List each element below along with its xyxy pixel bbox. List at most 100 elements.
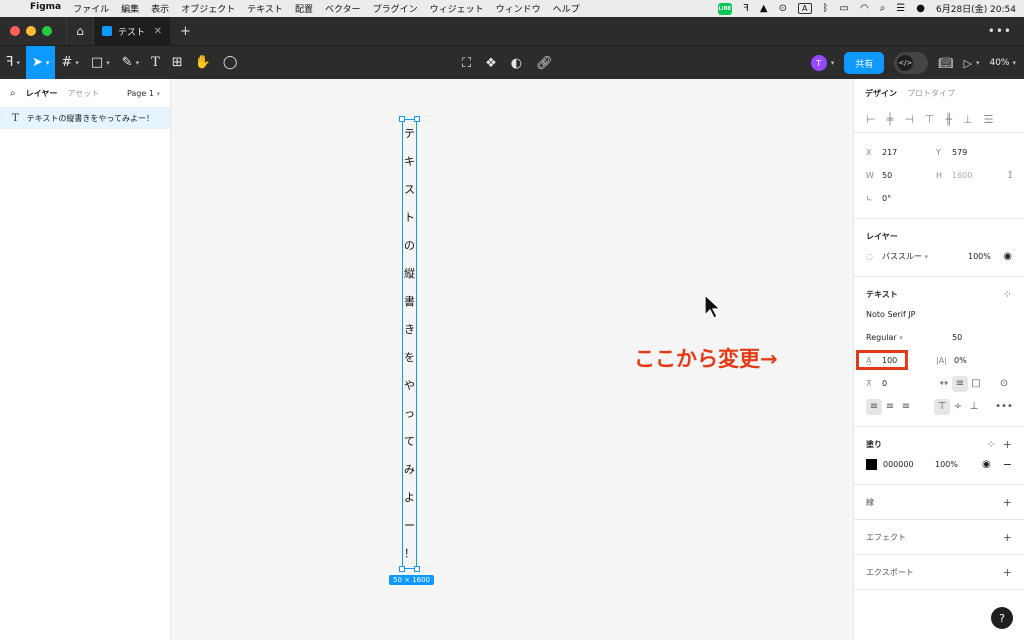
add-export-icon[interactable]: + bbox=[1003, 566, 1012, 579]
drive-icon[interactable]: ▲ bbox=[760, 3, 768, 14]
text-styles-icon[interactable]: ⁘ bbox=[1003, 288, 1012, 301]
constrain-proportions-icon[interactable]: ⟟ bbox=[1008, 170, 1012, 181]
align-vertical-center-icon[interactable]: ╫ bbox=[945, 113, 952, 126]
eye-icon[interactable]: ◉ bbox=[1003, 251, 1012, 262]
canvas[interactable]: テ キ ス ト の 縦 書 き を や っ て み よ ー ！ 50 × 160… bbox=[171, 79, 853, 640]
page-selector[interactable]: Page 1 ▾ bbox=[127, 89, 160, 98]
add-effect-icon[interactable]: + bbox=[1003, 531, 1012, 544]
move-tool-button[interactable]: ➤ ▾ bbox=[26, 45, 56, 80]
menu-view[interactable]: 表示 bbox=[151, 2, 169, 15]
menu-window[interactable]: ウィンドウ bbox=[496, 2, 541, 15]
wifi-icon[interactable]: ◠ bbox=[860, 3, 869, 14]
eye-icon[interactable]: ◉ bbox=[982, 459, 991, 470]
font-family-dropdown[interactable]: Noto Serif JP bbox=[866, 310, 916, 319]
menu-edit[interactable]: 編集 bbox=[121, 2, 139, 15]
link-icon[interactable]: 🔗︎ bbox=[536, 56, 553, 71]
close-tab-icon[interactable]: ✕ bbox=[154, 26, 162, 37]
menu-help[interactable]: ヘルプ bbox=[553, 2, 580, 15]
menu-file[interactable]: ファイル bbox=[73, 2, 109, 15]
share-button[interactable]: 共有 bbox=[844, 52, 885, 74]
y-input[interactable]: 579 bbox=[952, 148, 967, 157]
comment-tool-button[interactable]: ◯ bbox=[217, 46, 244, 80]
zoom-window-button[interactable] bbox=[42, 26, 52, 36]
text-frame-selection[interactable]: テ キ ス ト の 縦 書 き を や っ て み よ ー ！ bbox=[399, 116, 420, 572]
more-icon[interactable]: ••• bbox=[988, 24, 1012, 38]
clock[interactable]: 6月28日(金) 20:54 bbox=[936, 2, 1016, 15]
present-play-icon[interactable]: ▷ bbox=[963, 57, 971, 70]
layer-item-text[interactable]: T テキストの縦書きをやってみよー！ bbox=[0, 107, 170, 129]
search-icon[interactable]: ⌕ bbox=[10, 88, 16, 99]
menu-vector[interactable]: ベクター bbox=[325, 2, 361, 15]
library-icon[interactable]: 📖︎ bbox=[938, 56, 953, 70]
tab-assets[interactable]: アセット bbox=[67, 88, 99, 99]
x-input[interactable]: 217 bbox=[882, 148, 936, 157]
rotation-input[interactable]: 0° bbox=[882, 194, 891, 203]
menu-arrange[interactable]: 配置 bbox=[295, 2, 313, 15]
font-style-dropdown[interactable]: Regular ▾ bbox=[866, 333, 952, 342]
more-options-icon[interactable]: ••• bbox=[995, 399, 1013, 415]
document-tab[interactable]: テスト ✕ bbox=[94, 17, 170, 45]
align-text-right-icon[interactable]: ≡ bbox=[898, 399, 914, 415]
shape-tool-button[interactable]: □ ▾ bbox=[85, 46, 116, 80]
menu-object[interactable]: オブジェクト bbox=[181, 2, 235, 15]
align-horizontal-center-icon[interactable]: ╪ bbox=[887, 113, 894, 126]
line-app-icon[interactable]: LINE bbox=[717, 2, 733, 15]
align-left-icon[interactable]: ⊢ bbox=[866, 113, 876, 126]
align-text-center-icon[interactable]: ≡ bbox=[882, 399, 898, 415]
fill-hex-input[interactable]: 000000 bbox=[883, 460, 935, 469]
tab-layers[interactable]: レイヤー bbox=[26, 88, 58, 99]
menu-app-name[interactable]: Figma bbox=[30, 2, 61, 15]
dev-mode-toggle[interactable]: </> bbox=[894, 52, 929, 74]
menu-widgets[interactable]: ウィジェット bbox=[430, 2, 484, 15]
align-text-middle-icon[interactable]: ÷ bbox=[950, 399, 966, 415]
add-stroke-icon[interactable]: + bbox=[1003, 496, 1012, 509]
input-method-icon[interactable]: A bbox=[798, 3, 812, 14]
h-input[interactable]: 1600 bbox=[952, 171, 972, 180]
figma-status-icon[interactable]: ꟻ bbox=[743, 3, 749, 14]
resources-button[interactable]: ⊞ bbox=[166, 46, 189, 80]
help-button[interactable]: ? bbox=[991, 607, 1013, 629]
frame-selection-icon[interactable]: ⛶ bbox=[462, 56, 471, 71]
battery-icon[interactable]: ▭ bbox=[840, 3, 849, 14]
font-size-input[interactable]: 50 bbox=[952, 333, 962, 342]
align-text-bottom-icon[interactable]: ⊥ bbox=[966, 399, 982, 415]
pen-tool-button[interactable]: ✎ ▾ bbox=[116, 46, 145, 80]
paragraph-spacing-input[interactable]: 0 bbox=[882, 379, 936, 388]
align-bottom-icon[interactable]: ⊥ bbox=[963, 113, 973, 126]
search-icon[interactable]: ⌕ bbox=[880, 3, 886, 14]
chevron-down-icon[interactable]: ▾ bbox=[976, 59, 980, 67]
resize-handle[interactable] bbox=[414, 566, 420, 572]
add-fill-icon[interactable]: + bbox=[1003, 438, 1012, 451]
close-window-button[interactable] bbox=[10, 26, 20, 36]
hand-tool-button[interactable]: ✋ bbox=[189, 46, 217, 80]
fill-opacity-input[interactable]: 100% bbox=[935, 460, 958, 469]
component-icon[interactable]: ❖ bbox=[485, 56, 497, 71]
home-icon[interactable]: ⌂ bbox=[66, 17, 94, 45]
tab-prototype[interactable]: プロトタイプ bbox=[907, 88, 955, 99]
fill-color-swatch[interactable] bbox=[866, 459, 877, 470]
minimize-window-button[interactable] bbox=[26, 26, 36, 36]
text-tool-button[interactable]: T bbox=[145, 46, 166, 80]
control-center-icon[interactable]: ☰ bbox=[896, 3, 905, 14]
menu-plugins[interactable]: プラグイン bbox=[373, 2, 418, 15]
letter-spacing-input[interactable]: 0% bbox=[954, 356, 967, 365]
zoom-dropdown[interactable]: 40% ▾ bbox=[989, 58, 1016, 68]
resize-handle[interactable] bbox=[399, 116, 405, 122]
auto-height-icon[interactable]: ≡ bbox=[952, 375, 968, 392]
align-top-icon[interactable]: ⊤ bbox=[925, 113, 935, 126]
auto-width-icon[interactable]: ↔ bbox=[936, 376, 952, 392]
chevron-down-icon[interactable]: ▾ bbox=[831, 59, 835, 67]
bluetooth-icon[interactable]: ᛒ bbox=[823, 3, 829, 14]
tab-design[interactable]: デザイン bbox=[865, 88, 897, 99]
main-menu-button[interactable]: ꟻ ▾ bbox=[0, 46, 26, 80]
distribute-icon[interactable]: ☰ bbox=[984, 113, 994, 126]
align-text-left-icon[interactable]: ≡ bbox=[866, 398, 882, 415]
fill-styles-icon[interactable]: ⁘ bbox=[987, 438, 996, 451]
play-circle-icon[interactable]: ⊙ bbox=[779, 3, 787, 14]
text-settings-icon[interactable]: ⊙ bbox=[996, 376, 1012, 392]
align-right-icon[interactable]: ⊣ bbox=[904, 113, 914, 126]
resize-handle[interactable] bbox=[399, 566, 405, 572]
mask-icon[interactable]: ◐ bbox=[511, 56, 522, 71]
remove-fill-icon[interactable]: − bbox=[1003, 458, 1012, 471]
blend-mode-dropdown[interactable]: パススルー ▾ bbox=[882, 251, 968, 262]
